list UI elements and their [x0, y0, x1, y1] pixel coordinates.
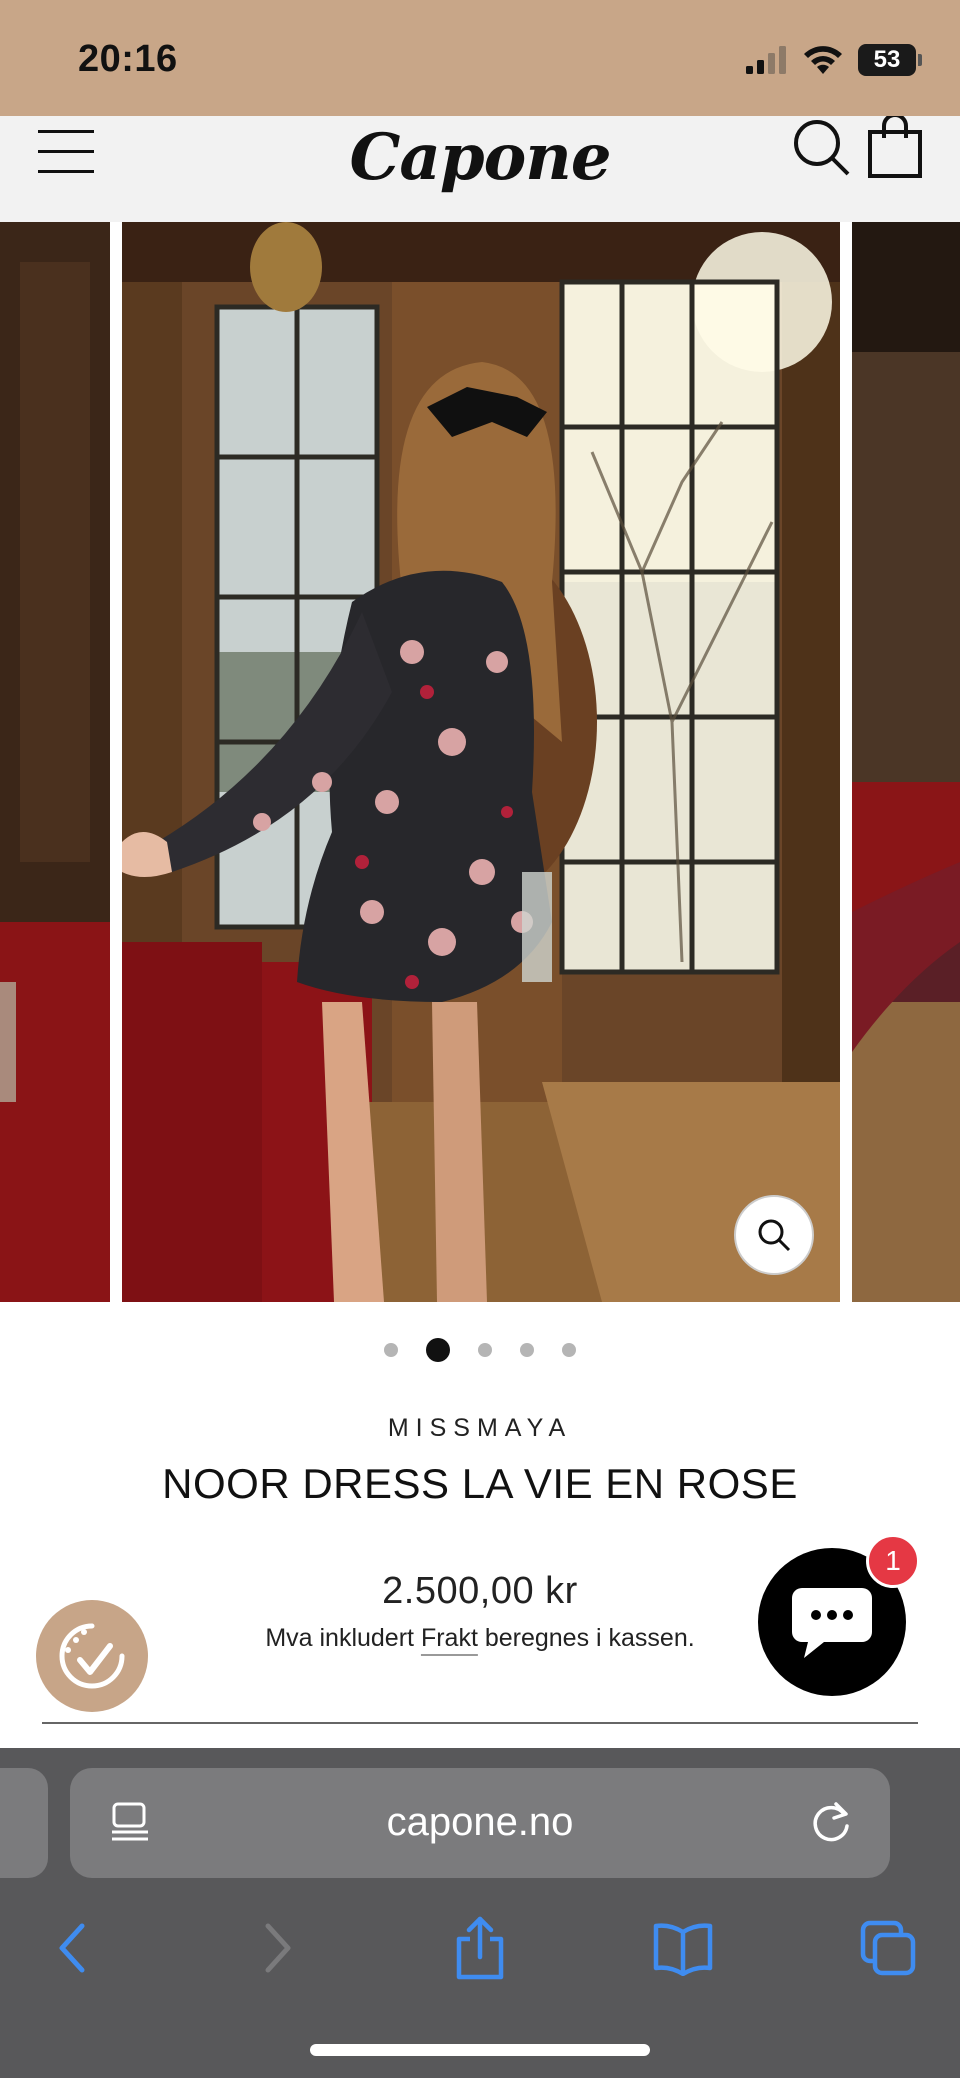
wifi-icon — [804, 46, 842, 74]
bookmarks-icon — [653, 1923, 713, 1976]
chat-notification-badge: 1 — [866, 1534, 920, 1588]
home-indicator[interactable] — [310, 2044, 650, 2056]
battery-level: 53 — [873, 46, 901, 73]
product-brand[interactable]: MISSMAYA — [0, 1414, 960, 1443]
url-text: capone.no — [386, 1800, 574, 1844]
forward-icon — [265, 1923, 291, 1973]
product-gallery[interactable] — [0, 222, 960, 1302]
cellular-signal-icon — [746, 46, 786, 74]
back-button[interactable] — [32, 1908, 112, 1988]
forward-button[interactable] — [238, 1908, 318, 1988]
zoom-button[interactable] — [734, 1195, 814, 1275]
pagination-dot-2-active[interactable] — [426, 1338, 450, 1362]
pagination-dot-3[interactable] — [478, 1343, 492, 1357]
shopping-bag-icon — [868, 113, 922, 178]
loyalty-widget-button[interactable] — [36, 1600, 148, 1712]
gallery-slide-previous[interactable] — [0, 222, 110, 1302]
tax-prefix: Mva inkludert — [265, 1624, 421, 1652]
pagination-dot-1[interactable] — [384, 1343, 398, 1357]
back-icon — [59, 1923, 85, 1973]
previous-slide-image — [0, 222, 110, 1302]
site-header: Capone — [0, 113, 960, 222]
browser-toolbar — [0, 1908, 960, 2008]
search-icon — [794, 120, 850, 176]
search-button[interactable] — [790, 116, 854, 180]
reload-icon[interactable] — [806, 1798, 856, 1848]
pagination-dot-5[interactable] — [562, 1343, 576, 1357]
divider — [42, 1722, 918, 1724]
zoom-search-icon — [758, 1219, 791, 1252]
previous-tab-preview[interactable] — [0, 1768, 48, 1878]
status-time: 20:16 — [78, 38, 178, 80]
gallery-slide-next[interactable] — [852, 222, 960, 1302]
logo-text: Capone — [349, 119, 611, 195]
share-icon — [456, 1916, 504, 1980]
address-bar[interactable]: capone.no — [70, 1768, 890, 1878]
tabs-icon — [860, 1920, 916, 1976]
chat-bubble-icon — [792, 1588, 872, 1658]
tax-suffix: beregnes i kassen. — [477, 1624, 695, 1652]
gallery-pagination — [0, 1338, 960, 1362]
gallery-slide-active[interactable] — [122, 222, 840, 1302]
bookmarks-button[interactable] — [643, 1908, 723, 1988]
tabs-button[interactable] — [848, 1908, 928, 1988]
product-title: NOOR DRESS LA VIE EN ROSE — [162, 1460, 798, 1507]
pagination-dot-4[interactable] — [520, 1343, 534, 1357]
share-button[interactable] — [440, 1908, 520, 1988]
browser-chrome: capone.no — [0, 1748, 960, 2078]
product-photo — [122, 222, 840, 1302]
status-bar: 20:16 53 — [0, 0, 960, 116]
cart-button[interactable] — [866, 113, 926, 180]
battery-icon: 53 — [858, 44, 922, 76]
next-slide-image — [852, 222, 960, 1302]
status-icons: 53 — [746, 40, 922, 80]
shipping-link[interactable]: Frakt — [421, 1624, 478, 1652]
smile-check-icon — [59, 1623, 125, 1689]
